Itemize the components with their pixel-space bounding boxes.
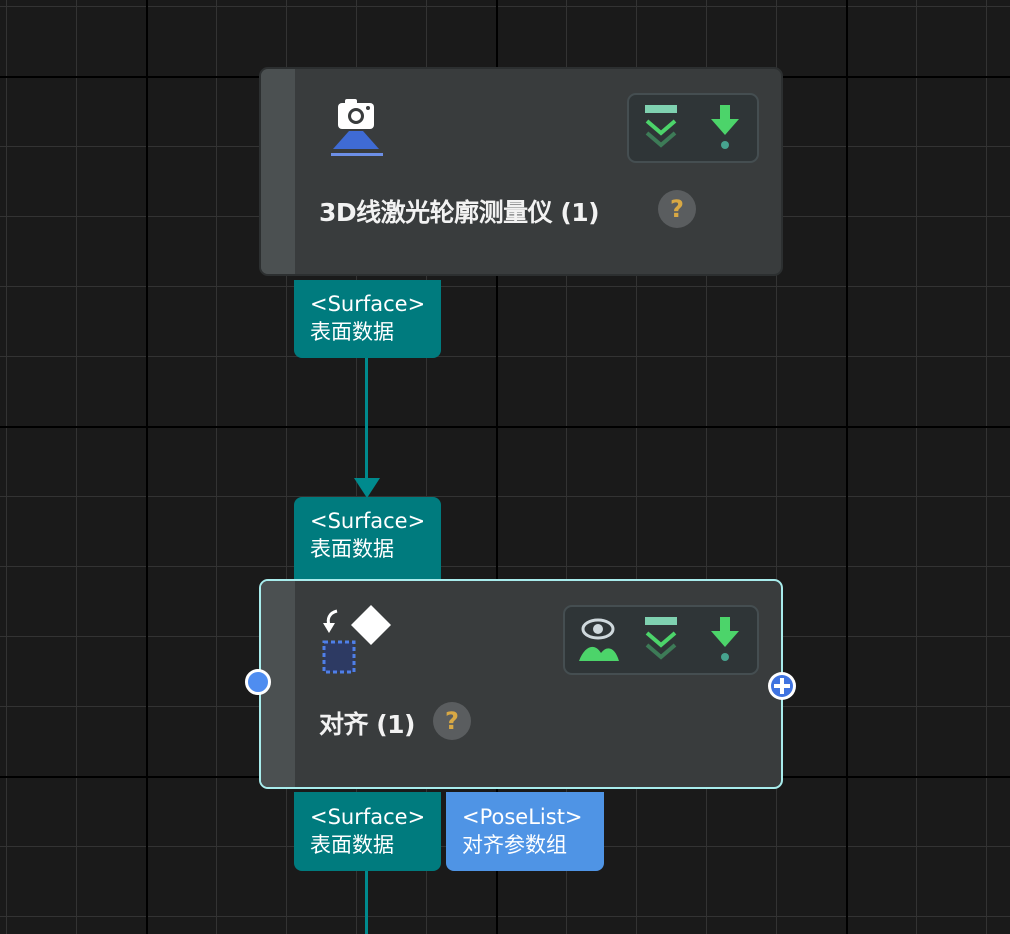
port-name-label: 表面数据 bbox=[310, 833, 394, 857]
node-toolbar bbox=[563, 605, 759, 675]
port-type-label: <PoseList> bbox=[462, 805, 583, 829]
node-side-stripe bbox=[261, 69, 295, 274]
node-title: 3D线激光轮廓测量仪 (1) bbox=[319, 198, 600, 227]
help-button[interactable]: ? bbox=[658, 190, 696, 228]
port-name-label: 对齐参数组 bbox=[462, 833, 567, 857]
node-toolbar bbox=[627, 93, 759, 163]
input-port-surface[interactable]: <Surface> 表面数据 bbox=[294, 497, 441, 579]
output-port-surface[interactable]: <Surface> 表面数据 bbox=[294, 280, 441, 358]
laser-profiler-camera-icon bbox=[331, 99, 383, 156]
node-title: 对齐 (1) bbox=[319, 710, 415, 739]
port-type-label: <Surface> bbox=[310, 292, 426, 316]
align-transform-icon bbox=[322, 605, 391, 674]
output-port-surface[interactable]: <Surface> 表面数据 bbox=[294, 792, 441, 871]
port-name-label: 表面数据 bbox=[310, 320, 394, 344]
input-port-dot[interactable] bbox=[245, 669, 271, 695]
connection-line[interactable] bbox=[365, 356, 368, 480]
port-name-label: 表面数据 bbox=[310, 537, 394, 561]
collapse-icon[interactable] bbox=[641, 615, 681, 663]
download-arrow-icon[interactable] bbox=[709, 615, 741, 663]
output-port-poselist[interactable]: <PoseList> 对齐参数组 bbox=[446, 792, 604, 871]
laser-profiler-node[interactable]: 3D线激光轮廓测量仪 (1) ? bbox=[259, 67, 783, 276]
download-arrow-icon[interactable] bbox=[709, 103, 741, 151]
port-type-label: <Surface> bbox=[310, 509, 426, 533]
port-type-label: <Surface> bbox=[310, 805, 426, 829]
output-connection-line[interactable] bbox=[365, 868, 368, 934]
help-button[interactable]: ? bbox=[433, 702, 471, 740]
align-node[interactable]: 对齐 (1) ? bbox=[259, 579, 783, 789]
collapse-icon[interactable] bbox=[641, 103, 681, 151]
visibility-eye-icon[interactable] bbox=[573, 615, 623, 665]
add-output-plus-icon[interactable] bbox=[766, 670, 798, 702]
